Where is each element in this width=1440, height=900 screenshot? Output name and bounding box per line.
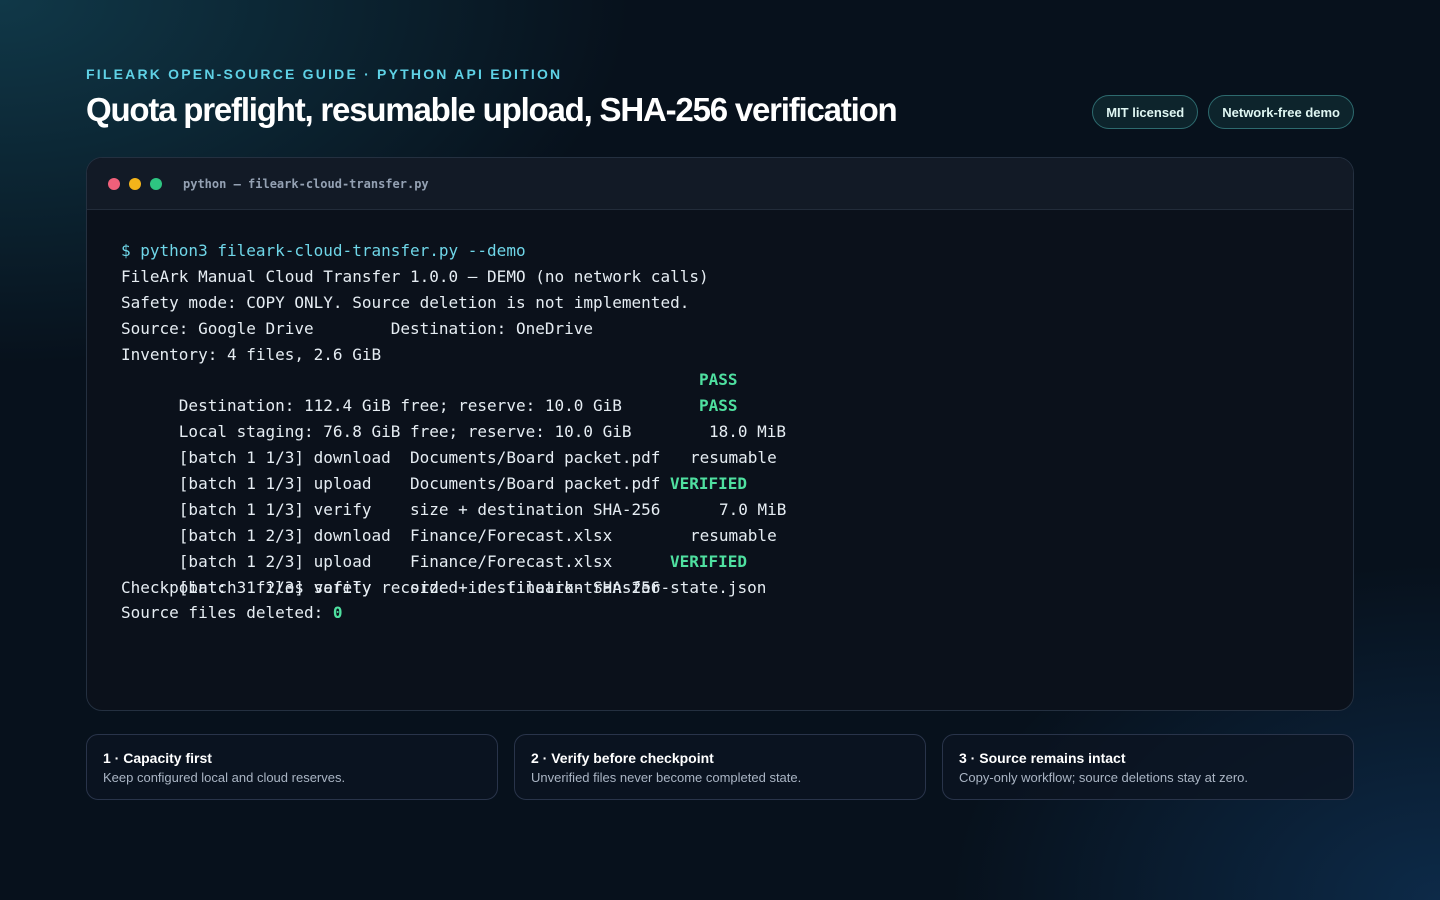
terminal-title: python — fileark-cloud-transfer.py — [183, 176, 429, 191]
command-line: $ python3 fileark-cloud-transfer.py --de… — [121, 241, 526, 260]
eyebrow-label: FILEARK OPEN-SOURCE GUIDE · PYTHON API E… — [86, 66, 563, 82]
card-source: 3 · Source remains intact Copy-only work… — [942, 734, 1354, 800]
output-line: Safety mode: COPY ONLY. Source deletion … — [121, 292, 690, 312]
card-title: 3 · Source remains intact — [959, 750, 1126, 766]
output-line: [batch 1 1/3] download Documents/Board p… — [121, 419, 786, 467]
output-line: Destination: 112.4 GiB free; reserve: 10… — [121, 367, 766, 415]
terminal-output[interactable]: $ python3 fileark-cloud-transfer.py --de… — [121, 238, 787, 626]
output-line: [batch 1 2/3] verify size + destination … — [121, 549, 766, 597]
page-title: Quota preflight, resumable upload, SHA-2… — [86, 91, 898, 128]
license-badge: MIT licensed — [1092, 95, 1199, 129]
principle-cards: 1 · Capacity first Keep configured local… — [86, 734, 1354, 800]
output-line: Source files deleted: 0 — [121, 600, 766, 626]
size-value: 7.0 MiB — [719, 499, 787, 519]
card-verify: 2 · Verify before checkpoint Unverified … — [514, 734, 926, 800]
badge-group: MIT licensed Network-free demo — [1092, 95, 1354, 129]
output-line: Local staging: 76.8 GiB free; reserve: 1… — [121, 393, 766, 441]
card-title: 2 · Verify before checkpoint — [531, 750, 714, 766]
deleted-count: 0 — [332, 603, 343, 623]
close-window-icon[interactable] — [108, 177, 120, 190]
upload-mode-value: resumable — [690, 448, 777, 468]
output-line: FileArk Manual Cloud Transfer 1.0.0 — DE… — [121, 266, 709, 286]
maximize-window-icon[interactable] — [150, 177, 162, 190]
terminal-titlebar: python — fileark-cloud-transfer.py — [87, 158, 1353, 210]
output-line: Checkpoint: 3 files safely recorded in .… — [121, 577, 767, 597]
card-text: Copy-only workflow; source deletions sta… — [959, 770, 1249, 785]
card-text: Unverified files never become completed … — [531, 770, 802, 785]
pass-status: PASS — [699, 396, 738, 416]
card-title: 1 · Capacity first — [103, 750, 212, 766]
output-line: [batch 1 2/3] download Finance/Forecast.… — [121, 497, 787, 545]
demo-badge: Network-free demo — [1208, 95, 1354, 129]
card-capacity: 1 · Capacity first Keep configured local… — [86, 734, 498, 800]
output-line: [batch 1 1/3] upload Documents/Board pac… — [121, 445, 777, 493]
verified-status: VERIFIED — [670, 474, 748, 494]
upload-mode-value: resumable — [690, 525, 777, 545]
terminal-window: python — fileark-cloud-transfer.py $ pyt… — [86, 157, 1354, 711]
output-text: Source files deleted: — [121, 603, 333, 623]
page-header: FILEARK OPEN-SOURCE GUIDE · PYTHON API E… — [86, 66, 1354, 132]
output-line: Inventory: 4 files, 2.6 GiB — [121, 344, 382, 364]
output-line: [batch 1 2/3] upload Finance/Forecast.xl… — [121, 523, 777, 571]
pass-status: PASS — [699, 370, 738, 390]
verified-status: VERIFIED — [670, 551, 748, 571]
minimize-window-icon[interactable] — [129, 177, 141, 190]
output-line: [batch 1 1/3] verify size + destination … — [121, 471, 766, 519]
card-text: Keep configured local and cloud reserves… — [103, 770, 346, 785]
output-line: Source: Google Drive Destination: OneDri… — [121, 318, 594, 338]
size-value: 18.0 MiB — [709, 422, 787, 442]
